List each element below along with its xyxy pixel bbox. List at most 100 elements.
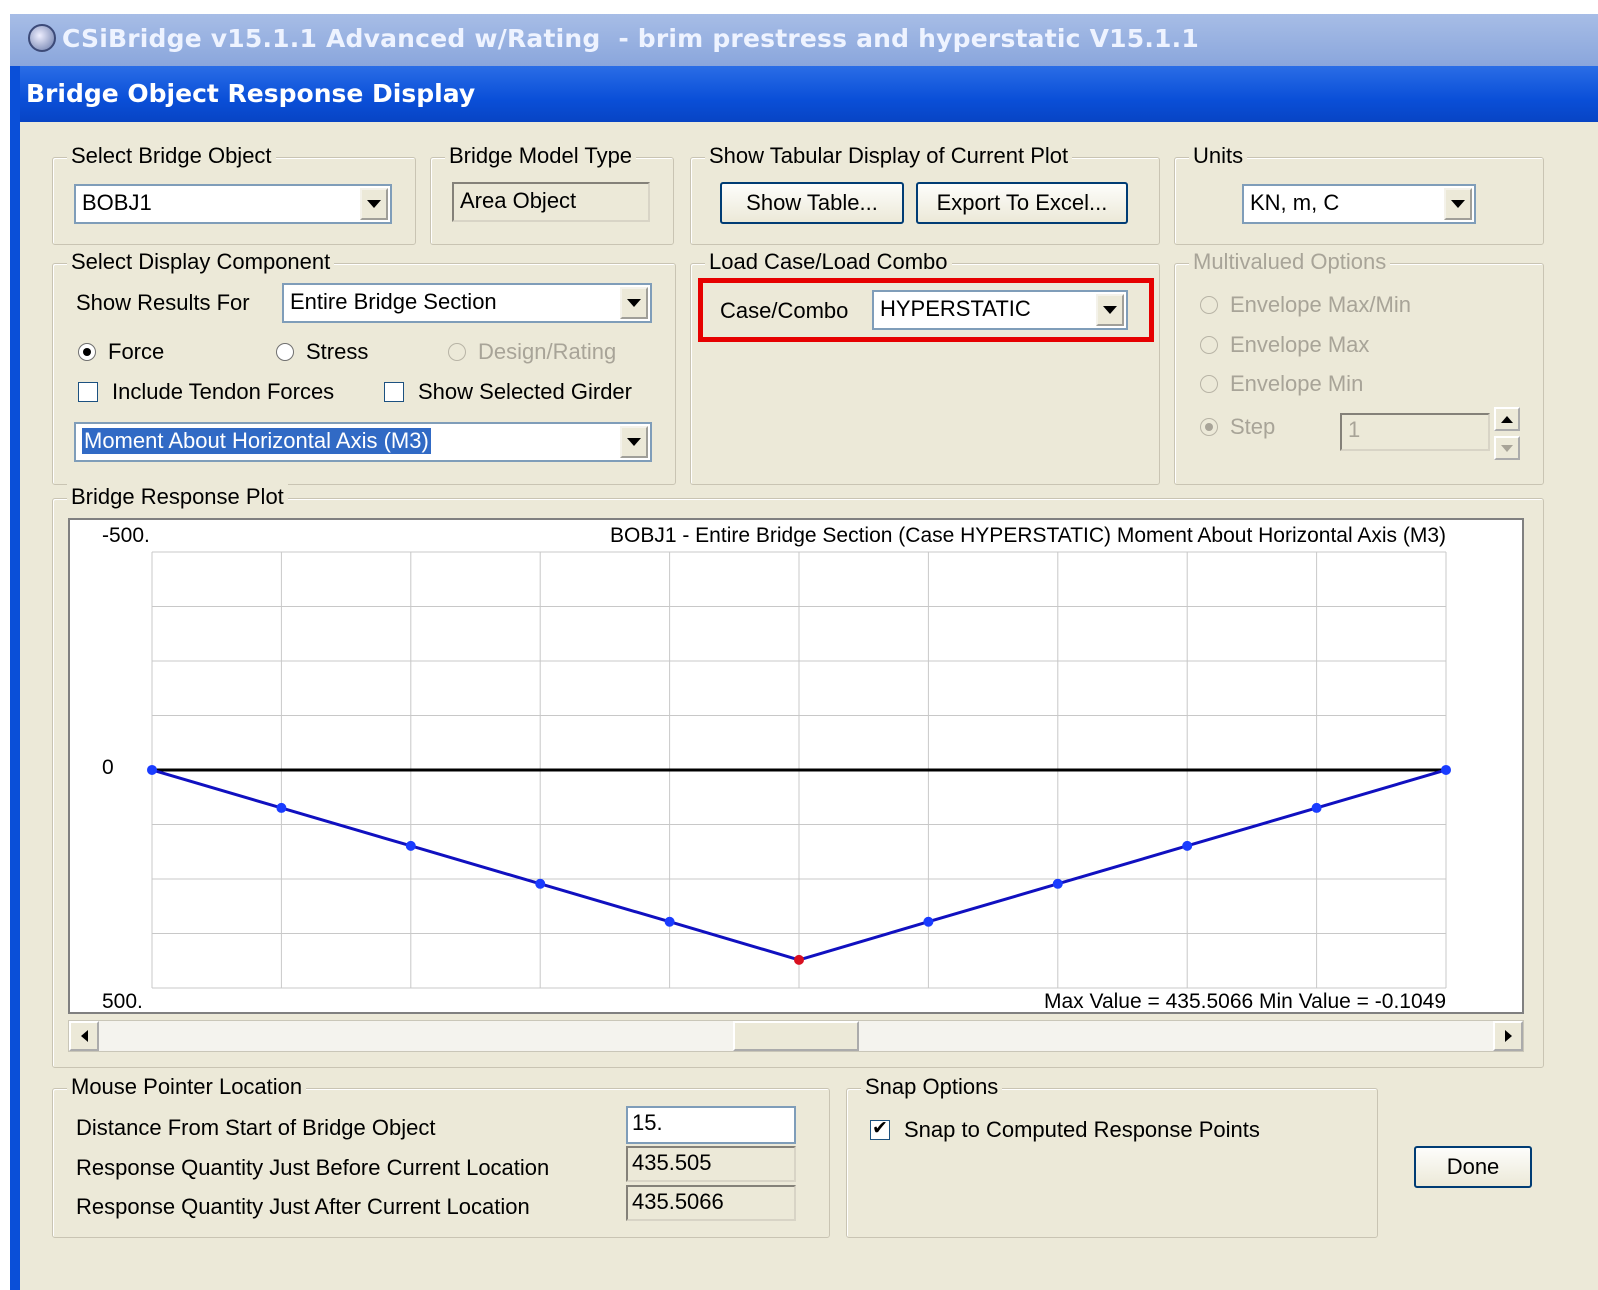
done-button[interactable]: Done: [1414, 1146, 1532, 1188]
group-label: Select Bridge Object: [67, 143, 276, 169]
display-component-select[interactable]: Moment About Horizontal Axis (M3): [74, 422, 652, 462]
plot-horizontal-scrollbar[interactable]: [68, 1020, 1524, 1052]
show-results-for-label: Show Results For: [76, 290, 250, 315]
red-highlight-box: [698, 278, 1154, 342]
data-point: [1311, 802, 1322, 813]
group-label: Snap Options: [861, 1074, 1003, 1100]
checkbox-indicator: [78, 382, 98, 402]
radio-indicator: [1200, 375, 1218, 393]
data-point: [1182, 840, 1193, 851]
dialog-title: Bridge Object Response Display: [26, 79, 476, 108]
radio-indicator: [1200, 296, 1218, 314]
chevron-down-icon: [627, 438, 641, 446]
radio-label: Envelope Min: [1230, 371, 1364, 396]
step-spin-up: [1494, 407, 1520, 431]
dropdown-button[interactable]: [1444, 188, 1472, 220]
dropdown-button[interactable]: [620, 426, 648, 458]
group-snap-options: Snap Options: [846, 1074, 1378, 1238]
data-point: [147, 764, 157, 775]
data-point: [664, 916, 675, 927]
radio-label: Step: [1230, 414, 1276, 439]
group-label: Multivalued Options: [1189, 249, 1391, 275]
data-point: [276, 802, 287, 813]
data-point: [923, 916, 934, 927]
before-label: Response Quantity Just Before Current Lo…: [76, 1155, 550, 1180]
plot-stats: Max Value = 435.5066 Min Value = -0.1049: [1044, 990, 1446, 1012]
radio-indicator: [448, 343, 466, 361]
units-value: KN, m, C: [1250, 190, 1340, 215]
show-results-for-select[interactable]: Entire Bridge Section: [282, 283, 652, 323]
radio-label: Envelope Max/Min: [1230, 292, 1411, 317]
data-point: [535, 878, 546, 889]
chevron-down-icon: [367, 200, 381, 208]
arrow-up-icon: [1501, 415, 1513, 423]
chevron-down-icon: [1451, 200, 1465, 208]
units-select[interactable]: KN, m, C: [1242, 184, 1476, 224]
y-axis-bottom-label: 500.: [102, 990, 143, 1012]
dropdown-button[interactable]: [620, 287, 648, 319]
group-label: Load Case/Load Combo: [705, 249, 952, 275]
radio-force[interactable]: Force: [78, 339, 164, 365]
response-plot-canvas[interactable]: -500. 0 500. BOBJ1 - Entire Bridge Secti…: [68, 518, 1524, 1014]
radio-label: Envelope Max: [1230, 332, 1370, 357]
scroll-left-button[interactable]: [69, 1021, 99, 1051]
dropdown-button[interactable]: [360, 188, 388, 220]
after-value-field: 435.5066: [626, 1185, 796, 1221]
radio-envelope-max-min: Envelope Max/Min: [1200, 292, 1411, 318]
plot-header: BOBJ1 - Entire Bridge Section (Case HYPE…: [610, 524, 1446, 547]
bridge-object-value: BOBJ1: [82, 190, 152, 215]
data-point: [405, 840, 416, 851]
radio-indicator: [78, 343, 96, 361]
bridge-object-select[interactable]: BOBJ1: [74, 184, 392, 224]
checkbox-snap-to-points[interactable]: Snap to Computed Response Points: [870, 1117, 1260, 1143]
group-label: Select Display Component: [67, 249, 335, 275]
radio-label: Design/Rating: [478, 339, 617, 364]
radio-label: Stress: [306, 339, 369, 364]
checkbox-show-selected-girder[interactable]: Show Selected Girder: [384, 379, 632, 405]
scroll-thumb[interactable]: [733, 1021, 859, 1051]
radio-indicator: [1200, 418, 1218, 436]
group-label: Show Tabular Display of Current Plot: [705, 143, 1073, 169]
after-label: Response Quantity Just After Current Loc…: [76, 1194, 530, 1219]
app-icon: [28, 24, 56, 52]
distance-field[interactable]: 15.: [626, 1106, 796, 1144]
group-label: Units: [1189, 143, 1248, 169]
checkbox-label: Include Tendon Forces: [112, 379, 335, 404]
step-spin-down: [1494, 436, 1520, 460]
checkbox-include-tendon-forces[interactable]: Include Tendon Forces: [78, 379, 334, 405]
radio-design-rating: Design/Rating: [448, 339, 616, 365]
chevron-down-icon: [627, 299, 641, 307]
radio-envelope-max: Envelope Max: [1200, 332, 1369, 358]
data-point: [1441, 764, 1451, 775]
radio-indicator: [1200, 336, 1218, 354]
app-title: CSiBridge v15.1.1 Advanced w/Rating - br…: [62, 24, 1199, 53]
arrow-right-icon: [1504, 1030, 1512, 1042]
export-to-excel-button[interactable]: Export To Excel...: [916, 182, 1128, 224]
show-table-button[interactable]: Show Table...: [720, 182, 904, 224]
arrow-down-icon: [1501, 444, 1513, 452]
window-frame: [10, 66, 20, 1290]
group-label: Bridge Model Type: [445, 143, 637, 169]
checkbox-indicator: [384, 382, 404, 402]
show-results-for-value: Entire Bridge Section: [290, 289, 497, 314]
dialog-title-bar: Bridge Object Response Display: [10, 66, 1598, 122]
radio-indicator: [276, 343, 294, 361]
radio-step: Step: [1200, 414, 1275, 440]
response-chart: -500. 0 500. BOBJ1 - Entire Bridge Secti…: [102, 524, 1451, 1012]
arrow-left-icon: [80, 1030, 88, 1042]
checkbox-label: Show Selected Girder: [418, 379, 632, 404]
group-label: Mouse Pointer Location: [67, 1074, 307, 1100]
scroll-right-button[interactable]: [1493, 1021, 1523, 1051]
group-label: Bridge Response Plot: [67, 484, 288, 510]
bridge-model-type-field: Area Object: [452, 182, 650, 222]
radio-stress[interactable]: Stress: [276, 339, 368, 365]
checkbox-label: Snap to Computed Response Points: [904, 1117, 1260, 1142]
y-axis-top-label: -500.: [102, 524, 150, 547]
radio-label: Force: [108, 339, 165, 364]
radio-envelope-min: Envelope Min: [1200, 371, 1363, 397]
app-title-bar: CSiBridge v15.1.1 Advanced w/Rating - br…: [10, 14, 1598, 66]
checkbox-indicator: [870, 1117, 890, 1140]
step-field: 1: [1340, 413, 1490, 451]
distance-label: Distance From Start of Bridge Object: [76, 1115, 436, 1140]
display-component-value: Moment About Horizontal Axis (M3): [82, 428, 431, 454]
